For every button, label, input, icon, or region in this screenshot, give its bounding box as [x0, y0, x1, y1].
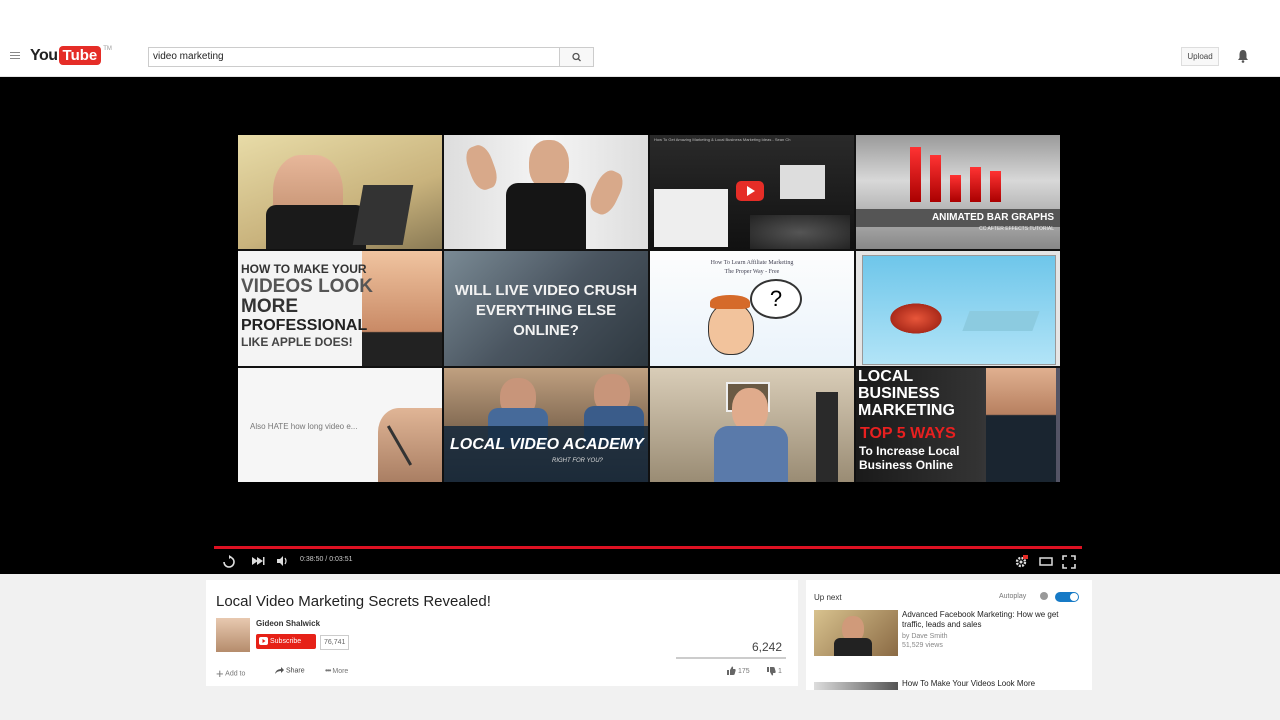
more-dots-icon: ••• [325, 666, 331, 675]
tile-text: MORE [241, 296, 298, 318]
tile-text: The Proper Way - Free [724, 269, 780, 276]
add-to-button[interactable]: + Add to [216, 666, 245, 681]
thumbnail-tile: LOCAL BUSINESS MARKETING TOP 5 WAYS To I… [856, 367, 1060, 482]
tile-text: RIGHT FOR YOU? [552, 457, 603, 464]
replay-icon[interactable] [222, 555, 236, 569]
recommended-thumbnail[interactable] [814, 682, 898, 690]
recommended-video-meta: by Dave Smith 51,529 views [902, 632, 948, 650]
tile-text: EVERYTHING ELSE ONLINE? [475, 302, 617, 340]
recommended-video-title[interactable]: How To Make Your Videos Look More [902, 679, 1035, 688]
plus-icon: + [216, 666, 224, 681]
theater-mode-icon[interactable] [1039, 555, 1053, 567]
channel-name[interactable]: Gideon Shalwick [256, 619, 320, 628]
subscribe-button[interactable]: Subscribe [256, 634, 316, 649]
tile-text: PROFESSIONAL [241, 317, 368, 335]
tile-text: ANIMATED BAR GRAPHS [931, 212, 1054, 223]
search-icon [572, 52, 581, 62]
logo-you-text: You [30, 46, 58, 64]
masthead: You Tube TM video marketing Upload [0, 0, 1280, 77]
tile-text: To Increase Local [859, 443, 960, 458]
tile-text: LOCAL [858, 367, 914, 385]
tile-text: How To Learn Affiliate Marketing [710, 260, 794, 267]
subscribe-label: Subscribe [270, 638, 302, 645]
subscriber-count: 76,741 [320, 635, 350, 650]
recommended-views: 51,529 views [902, 642, 943, 649]
share-icon [275, 667, 284, 674]
view-count: 6,242 [752, 640, 783, 654]
logo-tm-text: TM [103, 46, 112, 52]
sentiment-bar [676, 657, 786, 659]
thumbnail-tile: Also HATE how long video e... [238, 367, 442, 482]
up-next-sidebar: Up next Autoplay Advanced Facebook Marke… [806, 580, 1092, 690]
channel-avatar[interactable] [216, 618, 250, 652]
notifications-bell-icon[interactable] [1237, 49, 1249, 63]
dislike-button[interactable]: 1 [766, 666, 782, 676]
guide-menu-icon[interactable] [10, 52, 20, 60]
tile-text: WILL LIVE VIDEO CRUSH [454, 282, 638, 300]
tile-text: VIDEOS LOOK [241, 276, 373, 298]
fullscreen-icon[interactable] [1062, 555, 1076, 569]
video-info-panel: Local Video Marketing Secrets Revealed! … [206, 580, 798, 686]
share-button[interactable]: Share [274, 666, 305, 675]
thumbnail-tile: How To Get Amazing Marketing & Local Bus… [650, 135, 854, 250]
thumbnail-tile: LOCAL VIDEO ACADEMY RIGHT FOR YOU? [444, 367, 648, 482]
tile-text: Also HATE how long video e... [250, 421, 358, 431]
recommended-video-title[interactable]: Advanced Facebook Marketing: How we get … [902, 610, 1082, 630]
thumbnail-tile [856, 251, 1060, 366]
recommended-channel: by Dave Smith [902, 633, 948, 640]
tile-text: LIKE APPLE DOES! [241, 335, 353, 350]
autoplay-toggle[interactable] [1055, 592, 1079, 602]
dislike-count: 1 [777, 667, 782, 675]
upload-button[interactable]: Upload [1181, 47, 1219, 66]
thumbnail-tile [650, 367, 854, 482]
more-button[interactable]: ••• More [325, 666, 348, 675]
tile-text: TOP 5 WAYS [860, 424, 956, 442]
search-input[interactable]: video marketing [148, 47, 560, 67]
next-icon[interactable] [251, 555, 265, 567]
tile-text: HOW TO MAKE YOUR [241, 262, 367, 277]
video-title: Local Video Marketing Secrets Revealed! [216, 593, 491, 610]
share-label: Share [285, 667, 305, 675]
like-button[interactable]: 175 [726, 666, 750, 676]
tile-text: Business Online [859, 457, 954, 472]
thumbnail-tile [444, 135, 648, 250]
thumbnail-tile: HOW TO MAKE YOUR VIDEOS LOOK MORE PROFES… [238, 251, 442, 366]
tile-text: MARKETING [858, 401, 955, 419]
time-display: 0:38:50 / 0:03:51 [300, 556, 353, 563]
tile-text: BUSINESS [858, 384, 940, 402]
add-to-label: Add to [225, 670, 246, 678]
thumbnail-tile: How To Learn Affiliate Marketing The Pro… [650, 251, 854, 366]
search-button[interactable] [560, 47, 594, 67]
youtube-logo[interactable]: You Tube TM [30, 46, 112, 65]
video-frame-collage: How To Get Amazing Marketing & Local Bus… [238, 135, 1060, 482]
info-icon[interactable] [1040, 592, 1048, 600]
thumbnail-tile: ANIMATED BAR GRAPHS CC AFTER EFFECTS TUT… [856, 135, 1060, 250]
thumbs-down-icon [767, 667, 776, 676]
tile-text: CC AFTER EFFECTS TUTORIAL [979, 226, 1054, 232]
up-next-heading: Up next [814, 593, 842, 602]
youtube-play-icon [259, 637, 268, 645]
like-count: 175 [737, 667, 750, 675]
more-label: More [332, 668, 349, 675]
thumbnail-tile [238, 135, 442, 250]
tile-text: LOCAL VIDEO ACADEMY [450, 435, 644, 453]
autoplay-label: Autoplay [999, 593, 1027, 600]
volume-icon[interactable] [276, 555, 290, 567]
recommended-thumbnail[interactable] [814, 610, 898, 656]
player-controls: 0:38:50 / 0:03:51 [214, 549, 1082, 573]
tile-video-title: How To Get Amazing Marketing & Local Bus… [654, 137, 791, 142]
settings-gear-icon[interactable] [1014, 555, 1028, 569]
thumbs-up-icon [727, 666, 736, 675]
thumbnail-tile: WILL LIVE VIDEO CRUSH EVERYTHING ELSE ON… [444, 251, 648, 366]
logo-tube-text: Tube [58, 46, 102, 65]
